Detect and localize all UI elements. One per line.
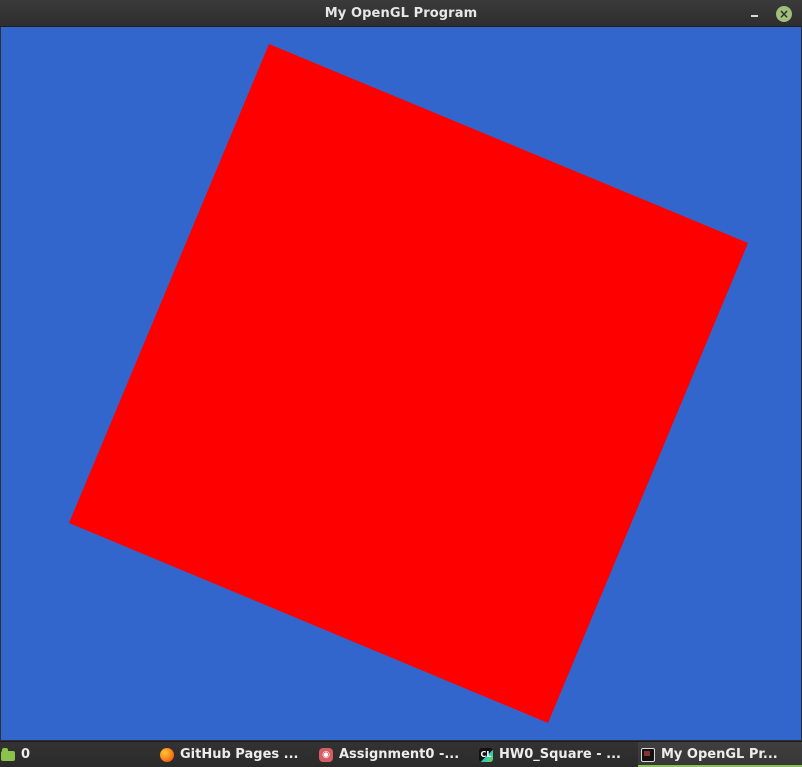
firefox-icon bbox=[160, 747, 174, 762]
taskbar-github-pages-item[interactable]: GitHub Pages ... bbox=[160, 742, 305, 767]
window-titlebar[interactable]: My OpenGL Program × bbox=[0, 0, 802, 27]
minimize-button[interactable] bbox=[746, 6, 762, 22]
taskbar-hw0-square-item[interactable]: CL HW0_Square - ... bbox=[479, 742, 624, 767]
taskbar-folder-item[interactable]: 0 bbox=[0, 742, 40, 767]
taskbar-my-opengl-program-label: My OpenGL Pr... bbox=[661, 747, 778, 762]
taskbar-assignment0-label: Assignment0 -... bbox=[339, 747, 460, 762]
close-icon: × bbox=[778, 7, 790, 21]
close-button[interactable]: × bbox=[776, 6, 792, 22]
red-square bbox=[69, 44, 748, 723]
taskbar: 0 GitHub Pages ... ◉ Assignment0 -... CL… bbox=[0, 741, 802, 767]
window-title: My OpenGL Program bbox=[324, 6, 478, 21]
application-window: My OpenGL Program × bbox=[0, 0, 802, 741]
taskbar-assignment0-item[interactable]: ◉ Assignment0 -... bbox=[319, 742, 464, 767]
taskbar-folder-label: 0 bbox=[21, 747, 31, 762]
app-icon: ◉ bbox=[319, 747, 333, 762]
taskbar-my-opengl-program-item[interactable]: My OpenGL Pr... bbox=[638, 742, 802, 767]
folder-icon bbox=[1, 748, 15, 761]
clion-icon: CL bbox=[479, 747, 493, 762]
taskbar-hw0-square-label: HW0_Square - ... bbox=[499, 747, 621, 762]
taskbar-github-pages-label: GitHub Pages ... bbox=[180, 747, 299, 762]
terminal-icon bbox=[641, 747, 655, 762]
opengl-canvas[interactable] bbox=[1, 27, 801, 740]
opengl-drawing bbox=[69, 44, 748, 723]
